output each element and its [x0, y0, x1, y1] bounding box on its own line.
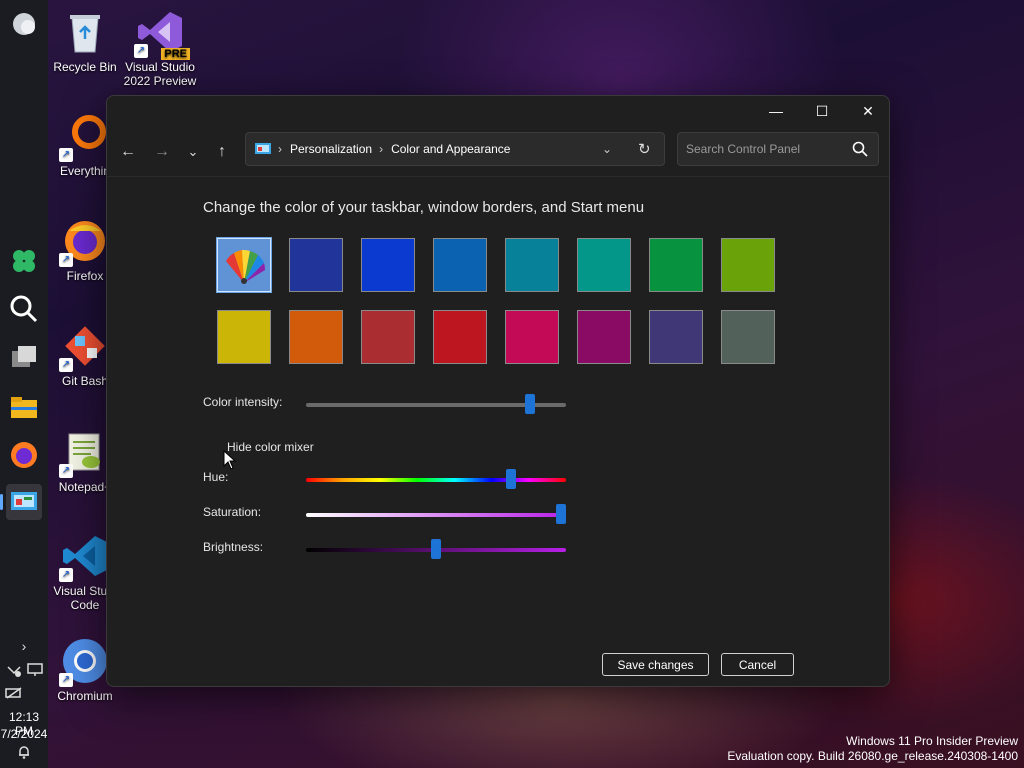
desktop-icon-label: Recycle Bin: [53, 60, 117, 74]
network-icon[interactable]: [6, 662, 22, 683]
desktop-icon-recycle-bin[interactable]: Recycle Bin: [46, 8, 124, 74]
brightness-label: Brightness:: [203, 540, 264, 554]
saturation-thumb[interactable]: [555, 504, 566, 524]
shortcut-arrow-icon: ↗: [59, 464, 73, 478]
shortcut-arrow-icon: ↗: [59, 253, 73, 267]
watermark-build: Evaluation copy. Build 26080.ge_release.…: [727, 749, 1018, 763]
search-icon[interactable]: [852, 141, 868, 160]
breadcrumb-personalization[interactable]: Personalization: [290, 142, 372, 156]
header-divider: [107, 176, 889, 177]
saturation-label: Saturation:: [203, 505, 262, 519]
shortcut-arrow-icon: ↗: [59, 673, 73, 687]
recent-locations-button[interactable]: ⌄: [179, 138, 207, 166]
swatch-green[interactable]: [649, 238, 703, 292]
brightness-thumb[interactable]: [431, 539, 441, 559]
forward-button[interactable]: →: [148, 138, 176, 166]
display-icon[interactable]: [27, 662, 43, 683]
file-explorer-icon[interactable]: [6, 390, 42, 426]
shortcut-arrow-icon: ↗: [59, 358, 73, 372]
swatch-brick[interactable]: [361, 310, 415, 364]
control-panel-taskbar-icon[interactable]: [0, 484, 42, 520]
swatch-magenta[interactable]: [505, 310, 559, 364]
recycle-bin-icon: [61, 8, 109, 56]
swatch-blue[interactable]: [361, 238, 415, 292]
color-intensity-thumb[interactable]: [524, 394, 535, 414]
chromium-icon: ↗: [59, 637, 109, 687]
task-view-icon[interactable]: [6, 339, 42, 375]
control-panel-window: — ☐ ✕ ← → ⌄ ↑ › Personalization › Color …: [106, 95, 890, 687]
weather-icon[interactable]: [6, 6, 42, 42]
save-changes-button[interactable]: Save changes: [602, 653, 709, 676]
firefox-icon: ↗: [59, 217, 109, 267]
color-intensity-label: Color intensity:: [203, 395, 283, 409]
clover-app-icon[interactable]: [6, 243, 42, 279]
desktop-icon-visual-studio-preview[interactable]: PRE ↗ Visual Studio 2022 Preview: [121, 8, 199, 88]
swatch-orange[interactable]: [289, 310, 343, 364]
vscode-icon: ↗: [59, 532, 109, 582]
page-heading: Change the color of your taskbar, window…: [203, 199, 645, 216]
everything-search-icon: ↗: [59, 112, 109, 162]
minimize-button[interactable]: —: [753, 96, 799, 126]
cancel-button[interactable]: Cancel: [721, 653, 794, 676]
swatch-slate[interactable]: [721, 310, 775, 364]
desktop-icon-label: Visual Studio 2022 Preview: [123, 60, 197, 88]
notepad-plus-icon: ↗: [59, 428, 109, 478]
hide-color-mixer-link[interactable]: Hide color mixer: [227, 440, 314, 454]
address-dropdown-button[interactable]: ⌄: [602, 142, 612, 156]
preview-badge: PRE: [161, 48, 190, 60]
swatch-indigo[interactable]: [649, 310, 703, 364]
refresh-button[interactable]: ↻: [638, 140, 651, 158]
close-button[interactable]: ✕: [845, 96, 891, 126]
hue-label: Hue:: [203, 470, 229, 484]
swatch-purple[interactable]: [577, 310, 631, 364]
search-input[interactable]: [686, 142, 846, 156]
saturation-track[interactable]: [306, 513, 566, 517]
notification-bell-icon[interactable]: [16, 744, 32, 765]
git-bash-icon: ↗: [59, 322, 109, 372]
breadcrumb-separator: ›: [278, 142, 282, 156]
clock-date[interactable]: 7/2/2024: [0, 727, 48, 741]
swatch-navy[interactable]: [289, 238, 343, 292]
shortcut-arrow-icon: ↗: [59, 568, 73, 582]
taskbar: › 12:13 PM 7/2/2024: [0, 0, 48, 768]
swatch-cobalt[interactable]: [433, 238, 487, 292]
swatch-red[interactable]: [433, 310, 487, 364]
address-bar[interactable]: › Personalization › Color and Appearance…: [245, 132, 665, 166]
swatch-yellow[interactable]: [217, 310, 271, 364]
search-icon[interactable]: [6, 291, 42, 327]
swatch-automatic[interactable]: [216, 237, 272, 295]
battery-icon[interactable]: [5, 686, 23, 705]
shortcut-arrow-icon: ↗: [59, 148, 73, 162]
breadcrumb-separator: ›: [379, 142, 384, 156]
hue-thumb[interactable]: [506, 469, 517, 489]
maximize-button[interactable]: ☐: [799, 96, 845, 126]
swatch-teal-blue[interactable]: [505, 238, 559, 292]
back-button[interactable]: ←: [114, 138, 142, 166]
search-box[interactable]: [677, 132, 879, 166]
breadcrumb-color-and-appearance[interactable]: Color and Appearance: [391, 142, 510, 156]
hue-track[interactable]: [306, 478, 566, 482]
visual-studio-icon: PRE ↗: [134, 8, 190, 60]
desktop-icon-label: Chromium: [57, 689, 113, 703]
show-hidden-icons-chevron[interactable]: ›: [0, 638, 48, 654]
color-fan-icon: [218, 249, 270, 295]
firefox-taskbar-icon[interactable]: [6, 437, 42, 473]
shortcut-arrow-icon: ↗: [134, 44, 148, 58]
watermark-edition: Windows 11 Pro Insider Preview: [846, 734, 1018, 748]
up-button[interactable]: ↑: [208, 138, 236, 166]
control-panel-icon: [254, 142, 272, 156]
swatch-lime[interactable]: [721, 238, 775, 292]
swatch-teal[interactable]: [577, 238, 631, 292]
